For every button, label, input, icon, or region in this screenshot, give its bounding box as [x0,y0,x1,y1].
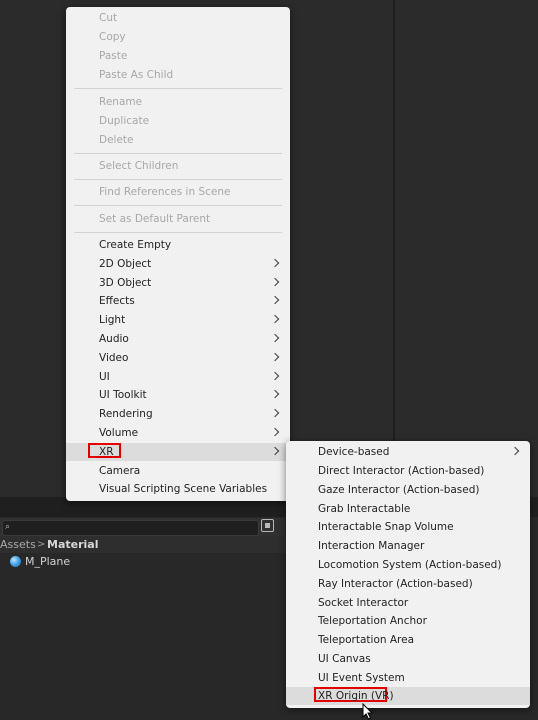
project-search-input[interactable] [2,520,259,536]
menu-item-audio[interactable]: Audio [66,330,290,348]
menu-item-visual-scripting-scene-variables[interactable]: Visual Scripting Scene Variables [66,480,290,498]
menu-item-ui-toolkit[interactable]: UI Toolkit [66,386,290,404]
menu-item-create-empty[interactable]: Create Empty [66,236,290,254]
breadcrumb-assets[interactable]: Assets [0,537,36,552]
submenu-item-ray-interactor[interactable]: Ray Interactor (Action-based) [286,575,530,593]
submenu-item-device-based[interactable]: Device-based [286,443,530,461]
menu-item-rendering[interactable]: Rendering [66,405,290,423]
chevron-right-icon [510,446,520,456]
menu-item-set-default-parent: Set as Default Parent [99,213,211,225]
menu-separator [74,88,282,89]
menu-separator [74,179,282,180]
submenu-item-gaze-interactor[interactable]: Gaze Interactor (Action-based) [286,481,530,499]
asset-label: M_Plane [25,555,71,568]
submenu-item-socket-interactor[interactable]: Socket Interactor [286,594,530,612]
chevron-right-icon [270,277,280,287]
menu-item-paste: Paste [99,50,128,62]
menu-item-cut: Cut [99,12,118,24]
menu-item-select-children: Select Children [99,160,179,172]
menu-item-delete: Delete [99,134,134,146]
submenu-item-ui-canvas[interactable]: UI Canvas [286,650,530,668]
menu-item-xr[interactable]: XR [66,443,290,461]
chevron-right-icon [270,333,280,343]
chevron-right-icon [270,314,280,324]
xr-submenu: Device-based Direct Interactor (Action-b… [286,441,530,708]
menu-item-find-references: Find References in Scene [99,186,231,198]
chevron-right-icon [270,295,280,305]
search-icon: ⌕ [5,522,11,532]
menu-item-2d-object[interactable]: 2D Object [66,255,290,273]
breadcrumb-material[interactable]: Material [47,537,98,552]
menu-item-duplicate: Duplicate [99,115,150,127]
hierarchy-context-menu: Cut Copy Paste Paste As Child Rename Dup… [66,7,290,501]
chevron-right-icon [270,258,280,268]
breadcrumb-separator-icon: > [37,539,46,550]
submenu-item-grab-interactable[interactable]: Grab Interactable [286,500,530,518]
menu-item-camera[interactable]: Camera [66,462,290,480]
mouse-cursor-icon [362,703,374,720]
submenu-item-locomotion-system[interactable]: Locomotion System (Action-based) [286,556,530,574]
chevron-right-icon [270,389,280,399]
chevron-right-icon [270,446,280,456]
submenu-item-ui-event-system[interactable]: UI Event System [286,669,530,687]
menu-item-rename: Rename [99,96,143,108]
menu-item-effects[interactable]: Effects [66,292,290,310]
menu-item-3d-object[interactable]: 3D Object [66,274,290,292]
menu-separator [74,153,282,154]
menu-item-video[interactable]: Video [66,349,290,367]
menu-item-volume[interactable]: Volume [66,424,290,442]
chevron-right-icon [270,427,280,437]
filter-by-type-icon[interactable] [261,519,274,532]
chevron-right-icon [270,371,280,381]
menu-item-paste-as-child: Paste As Child [99,69,174,81]
chevron-right-icon [270,352,280,362]
submenu-item-interactable-snap-volume[interactable]: Interactable Snap Volume [286,518,530,536]
panel-divider [393,0,395,497]
submenu-item-direct-interactor[interactable]: Direct Interactor (Action-based) [286,462,530,480]
menu-item-light[interactable]: Light [66,311,290,329]
menu-item-copy: Copy [99,31,126,43]
menu-separator [74,205,282,206]
submenu-item-teleportation-area[interactable]: Teleportation Area [286,631,530,649]
submenu-item-interaction-manager[interactable]: Interaction Manager [286,537,530,555]
menu-item-ui[interactable]: UI [66,368,290,386]
submenu-item-xr-origin-vr[interactable]: XR Origin (VR) [286,687,530,705]
submenu-item-teleportation-anchor[interactable]: Teleportation Anchor [286,612,530,630]
chevron-right-icon [270,408,280,418]
menu-separator [74,232,282,233]
material-sphere-icon [10,556,21,567]
